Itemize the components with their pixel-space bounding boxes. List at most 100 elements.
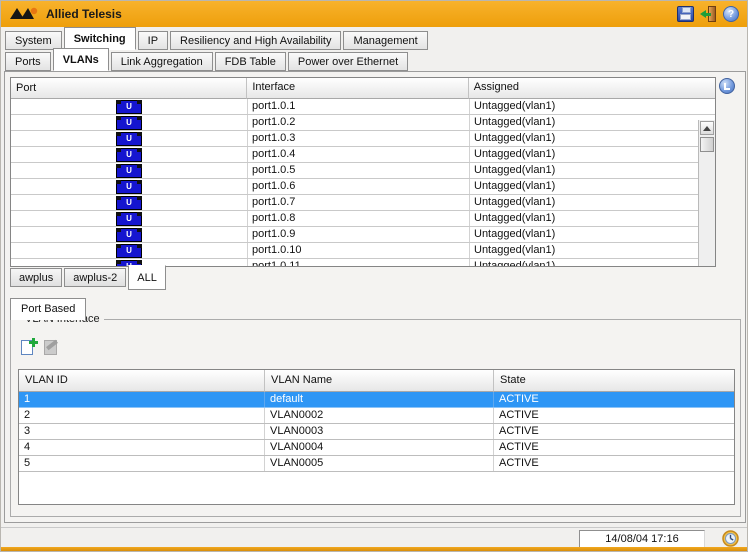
scrollbar-thumb[interactable] (700, 137, 714, 152)
tab-awplus[interactable]: awplus (10, 268, 62, 287)
port-row[interactable]: U port1.0.4 Untagged(vlan1) (11, 147, 715, 163)
tab-all[interactable]: ALL (128, 265, 166, 290)
polling-clock-button[interactable] (719, 78, 735, 94)
vlan-name-cell: default (265, 392, 494, 407)
col-header-state: State (494, 370, 734, 392)
triangle-up-icon (703, 126, 711, 131)
allied-telesis-logo-icon (9, 7, 39, 21)
port-row[interactable]: U port1.0.7 Untagged(vlan1) (11, 195, 715, 211)
interface-cell: port1.0.1 (248, 99, 470, 114)
vlan-table-header: VLAN ID VLAN Name State (19, 370, 734, 392)
vlan-state-cell: ACTIVE (494, 456, 734, 471)
switching-sub-tabs: Ports VLANs Link Aggregation FDB Table P… (5, 50, 410, 71)
col-header-assigned: Assigned (469, 78, 715, 99)
tab-link-aggregation[interactable]: Link Aggregation (111, 52, 213, 71)
vlan-row[interactable]: 5 VLAN0005 ACTIVE (19, 456, 734, 472)
edit-vlan-icon-disabled[interactable] (44, 338, 59, 355)
vlans-content-panel: Port Interface Assigned U port1.0.1 Unta… (4, 71, 746, 523)
port-row[interactable]: U port1.0.10 Untagged(vlan1) (11, 243, 715, 259)
assigned-cell: Untagged(vlan1) (470, 243, 700, 258)
vlan-state-cell: ACTIVE (494, 440, 734, 455)
vlan-name-cell: VLAN0003 (265, 424, 494, 439)
application-window: Allied Telesis ? System Switching IP Res… (0, 0, 748, 552)
port-row[interactable]: U port1.0.6 Untagged(vlan1) (11, 179, 715, 195)
assigned-cell: Untagged(vlan1) (470, 227, 700, 242)
port-row[interactable]: U port1.0.5 Untagged(vlan1) (11, 163, 715, 179)
assigned-cell: Untagged(vlan1) (470, 147, 700, 162)
vlan-id-cell: 1 (19, 392, 265, 407)
tab-ip[interactable]: IP (138, 31, 168, 50)
port-row[interactable]: U port1.0.2 Untagged(vlan1) (11, 115, 715, 131)
main-nav-tabs: System Switching IP Resiliency and High … (5, 29, 430, 50)
vlan-id-cell: 4 (19, 440, 265, 455)
port-row[interactable]: U port1.0.11 Untagged(vlan1) (11, 259, 715, 266)
vlan-toolbar (21, 338, 59, 355)
vlan-row[interactable]: 2 VLAN0002 ACTIVE (19, 408, 734, 424)
port-row[interactable]: U port1.0.1 Untagged(vlan1) (11, 99, 715, 115)
port-icon: U (116, 244, 142, 258)
port-row[interactable]: U port1.0.9 Untagged(vlan1) (11, 227, 715, 243)
port-row[interactable]: U port1.0.3 Untagged(vlan1) (11, 131, 715, 147)
assigned-cell: Untagged(vlan1) (470, 115, 700, 130)
vlan-name-cell: VLAN0005 (265, 456, 494, 471)
col-header-vlan-id: VLAN ID (19, 370, 265, 392)
vlan-state-cell: ACTIVE (494, 408, 734, 423)
port-icon: U (116, 180, 142, 194)
window-bottom-edge (1, 547, 748, 551)
vlan-row[interactable]: 3 VLAN0003 ACTIVE (19, 424, 734, 440)
tab-management[interactable]: Management (343, 31, 427, 50)
vlan-id-cell: 2 (19, 408, 265, 423)
tab-vlans[interactable]: VLANs (53, 48, 109, 71)
assigned-cell: Untagged(vlan1) (470, 99, 700, 114)
interface-cell: port1.0.5 (248, 163, 470, 178)
datetime-display: 14/08/04 17:16 (579, 530, 705, 548)
port-icon: U (116, 148, 142, 162)
tab-fdb-table[interactable]: FDB Table (215, 52, 286, 71)
port-table-header: Port Interface Assigned (11, 78, 715, 99)
help-icon[interactable]: ? (723, 6, 739, 22)
interface-cell: port1.0.4 (248, 147, 470, 162)
port-assignment-table: Port Interface Assigned U port1.0.1 Unta… (10, 77, 716, 267)
assigned-cell: Untagged(vlan1) (470, 195, 700, 210)
interface-cell: port1.0.11 (248, 259, 470, 266)
tab-port-based[interactable]: Port Based (10, 298, 86, 320)
port-row[interactable]: U port1.0.8 Untagged(vlan1) (11, 211, 715, 227)
statusbar: 14/08/04 17:16 (1, 527, 748, 549)
interface-cell: port1.0.6 (248, 179, 470, 194)
vlan-row-selected[interactable]: 1 default ACTIVE (19, 392, 734, 408)
clock-icon (722, 530, 739, 547)
assigned-cell: Untagged(vlan1) (470, 179, 700, 194)
interface-cell: port1.0.2 (248, 115, 470, 130)
tab-awplus-2[interactable]: awplus-2 (64, 268, 126, 287)
port-icon: U (116, 100, 142, 114)
interface-cell: port1.0.9 (248, 227, 470, 242)
port-icon: U (116, 228, 142, 242)
port-icon: U (116, 164, 142, 178)
col-header-vlan-name: VLAN Name (265, 370, 494, 392)
app-title: Allied Telesis (46, 7, 677, 21)
port-icon: U (116, 116, 142, 130)
port-table-body: U port1.0.1 Untagged(vlan1) U port1.0.2 … (11, 99, 715, 266)
vlan-interface-groupbox: VLAN Interface VLAN ID VLAN Name State 1… (10, 319, 741, 517)
tab-switching[interactable]: Switching (64, 27, 136, 50)
port-icon: U (116, 196, 142, 210)
tab-resiliency[interactable]: Resiliency and High Availability (170, 31, 341, 50)
interface-cell: port1.0.3 (248, 131, 470, 146)
interface-cell: port1.0.7 (248, 195, 470, 210)
scroll-up-button[interactable] (700, 121, 714, 135)
logout-door-icon[interactable] (700, 6, 717, 22)
tab-power-over-ethernet[interactable]: Power over Ethernet (288, 52, 408, 71)
tab-ports[interactable]: Ports (5, 52, 51, 71)
vlan-row[interactable]: 4 VLAN0004 ACTIVE (19, 440, 734, 456)
port-icon: U (116, 212, 142, 226)
add-vlan-icon[interactable] (21, 338, 36, 355)
save-icon[interactable] (677, 6, 694, 22)
vlan-state-cell: ACTIVE (494, 424, 734, 439)
vlan-name-cell: VLAN0002 (265, 408, 494, 423)
port-table-scrollbar[interactable] (698, 120, 715, 266)
clock-hands-icon (724, 83, 730, 90)
vlan-id-cell: 3 (19, 424, 265, 439)
col-header-port: Port (11, 78, 247, 99)
assigned-cell: Untagged(vlan1) (470, 211, 700, 226)
assigned-cell: Untagged(vlan1) (470, 163, 700, 178)
